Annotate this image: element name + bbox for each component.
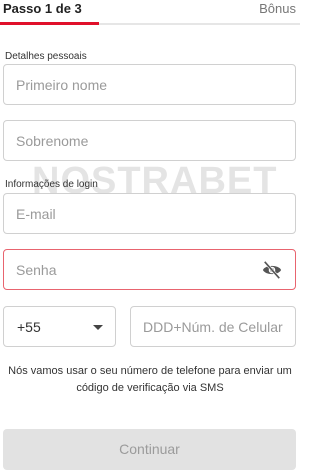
login-info-label: Informações de login [5,179,98,190]
password-input[interactable] [16,250,246,289]
last-name-input[interactable] [16,121,281,160]
continue-button[interactable]: Continuar [3,429,296,470]
bonus-step-label[interactable]: Bônus [259,1,296,16]
eye-off-icon[interactable] [261,260,283,280]
last-name-field[interactable] [3,120,296,161]
chevron-down-icon [93,325,103,330]
country-code-select[interactable]: +55 [3,306,116,347]
country-code-value: +55 [17,319,41,335]
email-input[interactable] [16,194,281,233]
sms-verification-note: Nós vamos usar o seu número de telefone … [8,365,292,394]
phone-number-input[interactable] [143,307,293,346]
email-field[interactable] [3,193,296,234]
first-name-input[interactable] [16,65,281,104]
progress-track [0,22,300,25]
registration-header: Passo 1 de 3 Bônus [0,0,300,26]
step-indicator: Passo 1 de 3 [3,1,82,16]
first-name-field[interactable] [3,64,296,105]
personal-details-label: Detalhes pessoais [5,51,87,62]
phone-number-field[interactable] [130,306,296,347]
password-field[interactable] [3,249,296,290]
progress-fill [0,22,99,25]
